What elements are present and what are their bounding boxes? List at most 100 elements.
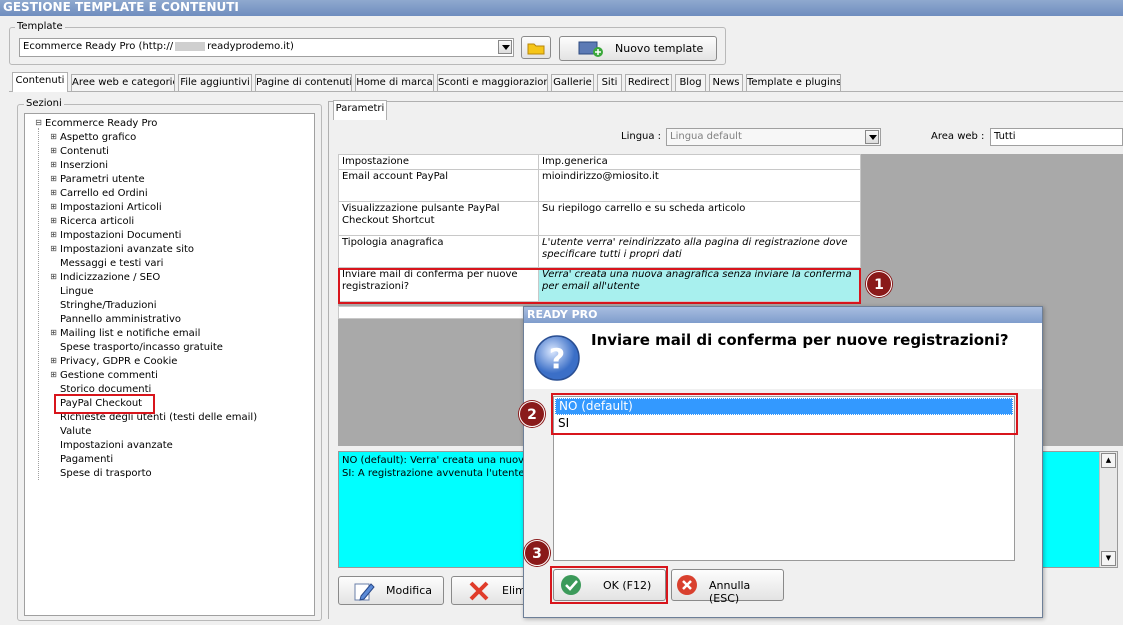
row-setting: Email account PayPal	[338, 169, 539, 202]
sidebar-item-label: Spese trasporto/incasso gratuite	[60, 342, 223, 353]
scrollbar[interactable]: ▲ ▼	[1099, 452, 1117, 567]
sidebar-item[interactable]: ⊞ Parametri utente	[50, 173, 145, 186]
tab-label: Siti	[601, 77, 618, 88]
plus-icon[interactable]: ⊞	[50, 161, 57, 169]
question-icon: ?	[534, 335, 580, 381]
tree-root[interactable]: ⊟ Ecommerce Ready Pro	[35, 117, 157, 130]
tab-contenuti[interactable]: Contenuti	[12, 72, 68, 92]
plus-icon[interactable]: ⊞	[50, 175, 57, 183]
tab-gallerie[interactable]: Gallerie	[551, 74, 594, 91]
highlight-row	[338, 268, 861, 304]
area-web-select[interactable]: Tutti	[990, 128, 1123, 146]
dialog-title: READY PRO	[524, 307, 1042, 323]
sidebar-item[interactable]: ⊞ Mailing list e notifiche email	[50, 327, 200, 340]
plus-icon[interactable]: ⊞	[50, 147, 57, 155]
sidebar-item[interactable]: ⊞ Inserzioni	[50, 159, 109, 172]
tab-redirect[interactable]: Redirect	[625, 74, 672, 91]
plus-icon[interactable]: ⊞	[50, 329, 57, 337]
tab-template-plugins[interactable]: Template e plugins	[746, 74, 841, 91]
sidebar-item[interactable]: Lingue	[60, 285, 94, 298]
plus-icon[interactable]: ⊞	[50, 133, 57, 141]
tab-label: Template e plugins	[747, 77, 841, 88]
delete-button[interactable]: Elimi	[451, 576, 526, 605]
tab-aree-web[interactable]: Aree web e categorie	[71, 74, 175, 91]
plus-icon[interactable]: ⊞	[50, 189, 57, 197]
minus-icon[interactable]: ⊟	[35, 119, 42, 127]
lingua-select[interactable]: Lingua default	[666, 128, 881, 146]
tab-news[interactable]: News	[709, 74, 743, 91]
sidebar-item[interactable]: Stringhe/Traduzioni	[60, 299, 157, 312]
template-select[interactable]: Ecommerce Ready Pro (http:// readyprodemo…	[19, 38, 514, 57]
sidebar-item-label: Inserzioni	[60, 160, 109, 171]
sidebar-item[interactable]: ⊞ Impostazioni avanzate sito	[50, 243, 194, 256]
sidebar-item[interactable]: ⊞ Contenuti	[50, 145, 109, 158]
tab-file-aggiuntivi[interactable]: File aggiuntivi	[178, 74, 252, 91]
tab-blog[interactable]: Blog	[675, 74, 706, 91]
tab-label: Parametri	[335, 103, 385, 114]
sidebar-item[interactable]: Messaggi e testi vari	[60, 257, 163, 270]
plus-icon[interactable]: ⊞	[50, 231, 57, 239]
tab-siti[interactable]: Siti	[597, 74, 622, 91]
sidebar-item[interactable]: Valute	[60, 425, 91, 438]
chevron-down-icon[interactable]	[865, 130, 879, 144]
new-document-icon	[578, 41, 603, 57]
cancel-label: Annulla (ESC)	[709, 579, 751, 605]
sidebar-item-label: Stringhe/Traduzioni	[60, 300, 157, 311]
modify-button[interactable]: Modifica	[338, 576, 444, 605]
plus-icon[interactable]: ⊞	[50, 245, 57, 253]
plus-icon[interactable]: ⊞	[50, 273, 57, 281]
sidebar-item[interactable]: ⊞ Gestione commenti	[50, 369, 158, 382]
tab-parametri[interactable]: Parametri	[333, 100, 387, 120]
scroll-down-icon[interactable]: ▼	[1101, 551, 1116, 566]
sidebar-item[interactable]: Pannello amministrativo	[60, 313, 181, 326]
row-value: mioindirizzo@miosito.it	[538, 169, 861, 202]
sidebar-item-label: Messaggi e testi vari	[60, 258, 164, 269]
scroll-up-icon[interactable]: ▲	[1101, 453, 1116, 468]
folder-icon	[527, 43, 545, 55]
sidebar-item[interactable]: ⊞ Carrello ed Ordini	[50, 187, 148, 200]
row-setting: Visualizzazione pulsante PayPal Checkout…	[338, 201, 539, 236]
new-template-label: Nuovo template	[615, 42, 704, 55]
sidebar-item[interactable]: Spese trasporto/incasso gratuite	[60, 341, 223, 354]
open-folder-button[interactable]	[521, 36, 551, 59]
sidebar-item-label: Impostazioni Articoli	[60, 202, 162, 213]
plus-icon[interactable]: ⊞	[50, 217, 57, 225]
tab-pagine-contenuti[interactable]: Pagine di contenuti	[255, 74, 352, 91]
cancel-button[interactable]: Annulla (ESC)	[671, 569, 784, 605]
tree-lines	[38, 128, 40, 480]
plus-icon[interactable]: ⊞	[50, 357, 57, 365]
sidebar-item[interactable]: ⊞ Privacy, GDPR e Cookie	[50, 355, 177, 368]
table-row[interactable]: Visualizzazione pulsante PayPal Checkout…	[338, 201, 861, 236]
chevron-down-icon[interactable]	[498, 40, 512, 54]
delete-x-icon	[469, 581, 489, 601]
table-row[interactable]: Tipologia anagrafica L'utente verra' rei…	[338, 235, 861, 268]
sidebar-item[interactable]: ⊞ Aspetto grafico	[50, 131, 136, 144]
sidebar-item[interactable]: Pagamenti	[60, 453, 113, 466]
edit-icon	[354, 583, 375, 601]
plus-icon[interactable]: ⊞	[50, 371, 57, 379]
modify-label: Modifica	[386, 584, 432, 597]
tab-label: Blog	[679, 77, 702, 88]
tab-label: Pagine di contenuti	[256, 77, 352, 88]
template-group-label: Template	[15, 21, 65, 32]
sidebar-item[interactable]: Impostazioni avanzate	[60, 439, 173, 452]
table-row[interactable]: Email account PayPal mioindirizzo@miosit…	[338, 169, 861, 202]
sidebar-item[interactable]: Spese di trasporto	[60, 467, 152, 480]
sidebar-item[interactable]: ⊞ Ricerca articoli	[50, 215, 134, 228]
window-title: GESTIONE TEMPLATE E CONTENUTI	[0, 0, 1123, 16]
sidebar-item[interactable]: ⊞ Impostazioni Articoli	[50, 201, 162, 214]
tab-sconti[interactable]: Sconti e maggiorazioni	[437, 74, 548, 91]
sidebar-item[interactable]: ⊞ Impostazioni Documenti	[50, 229, 182, 242]
highlight-ok	[550, 566, 668, 604]
template-select-value: Ecommerce Ready Pro (http://	[23, 41, 174, 52]
sections-tree[interactable]: ⊟ Ecommerce Ready Pro ⊞ Aspetto grafico ⊞ Co…	[24, 113, 315, 616]
tab-label: Aree web e categorie	[72, 77, 175, 88]
sidebar-item-label: Impostazioni Documenti	[60, 230, 182, 241]
sidebar-item[interactable]: ⊞ Indicizzazione / SEO	[50, 271, 160, 284]
sidebar-item-label: Pannello amministrativo	[60, 314, 182, 325]
callout-2: 2	[519, 401, 545, 427]
tab-home-marca[interactable]: Home di marca	[355, 74, 434, 91]
callout-3: 3	[524, 540, 550, 566]
plus-icon[interactable]: ⊞	[50, 203, 57, 211]
new-template-button[interactable]: Nuovo template	[559, 36, 717, 61]
